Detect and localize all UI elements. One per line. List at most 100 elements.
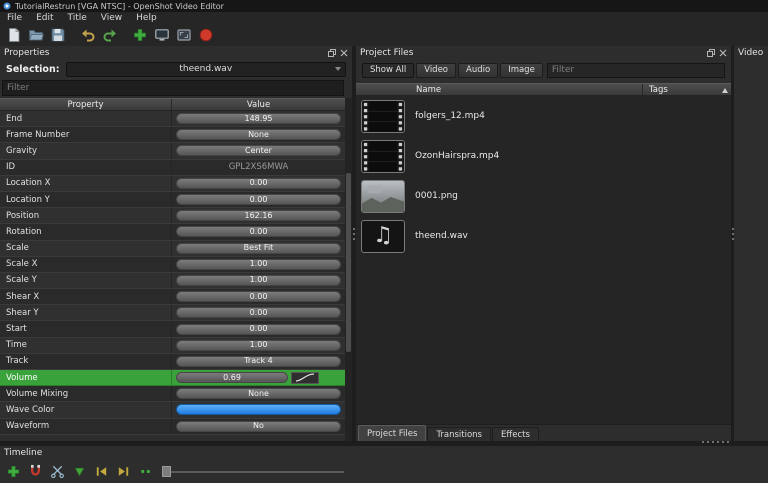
next-marker-icon[interactable] [115, 463, 132, 480]
float-dock-icon[interactable] [328, 49, 336, 57]
save-project-icon[interactable] [48, 26, 67, 45]
property-value: 162.16 [172, 208, 345, 223]
redo-icon[interactable] [100, 26, 119, 45]
property-row-scale-y: Scale Y 1.00 [0, 273, 345, 289]
razor-icon[interactable] [49, 463, 66, 480]
value-slider[interactable]: Best Fit [176, 243, 341, 254]
property-row-gravity: Gravity Center [0, 143, 345, 159]
marker-dots-icon[interactable] [137, 463, 154, 480]
property-name: Volume Mixing [0, 386, 172, 401]
value-slider[interactable]: 0.69 [176, 372, 288, 383]
add-track-icon[interactable] [5, 463, 22, 480]
image-thumbnail-icon [361, 180, 405, 213]
scrollbar-thumb[interactable] [346, 173, 351, 351]
property-name: Waveform [0, 419, 172, 434]
close-dock-icon[interactable] [719, 49, 727, 57]
value-slider[interactable]: 0.00 [176, 291, 341, 302]
video-preview-title: Video Pre [738, 48, 764, 58]
files-filter-input[interactable] [547, 63, 725, 78]
new-project-icon[interactable] [4, 26, 23, 45]
property-name: Location Y [0, 192, 172, 207]
vertical-splitter-handle[interactable] [732, 228, 734, 230]
property-value: 0.00 [172, 192, 345, 207]
filter-video[interactable]: Video [416, 63, 456, 78]
property-name: Volume [0, 370, 172, 385]
value-slider[interactable]: 0.00 [176, 324, 341, 335]
property-value: 0.00 [172, 176, 345, 191]
sort-indicator-icon[interactable] [722, 88, 728, 93]
property-row-track: Track Track 4 [0, 354, 345, 370]
filter-image[interactable]: Image [500, 63, 543, 78]
file-row[interactable]: folgers_12.mp4 [356, 96, 731, 136]
close-dock-icon[interactable] [340, 49, 348, 57]
float-dock-icon[interactable] [707, 49, 715, 57]
property-name: Gravity [0, 143, 172, 158]
value-slider[interactable]: Center [176, 145, 341, 156]
property-name: ID [0, 160, 172, 175]
value-slider[interactable]: 1.00 [176, 340, 341, 351]
value-slider[interactable]: 0.00 [176, 307, 341, 318]
zoom-slider-track[interactable] [162, 471, 344, 473]
filter-audio[interactable]: Audio [458, 63, 498, 78]
tab-effects[interactable]: Effects [492, 427, 539, 441]
horizontal-splitter-handle[interactable] [702, 441, 704, 443]
file-row[interactable]: OzonHairspra.mp4 [356, 136, 731, 176]
choose-profile-icon[interactable] [152, 26, 171, 45]
value-slider[interactable]: No [176, 421, 341, 432]
file-row[interactable]: ♫theend.wav [356, 216, 731, 256]
undo-icon[interactable] [78, 26, 97, 45]
menu-view[interactable]: View [94, 12, 129, 24]
value-slider[interactable]: 0.00 [176, 194, 341, 205]
column-property[interactable]: Property [0, 99, 172, 110]
menu-file[interactable]: File [0, 12, 29, 24]
project-files-panel: Project Files Show AllVideoAudioImage Na… [356, 46, 731, 441]
property-name: Start [0, 321, 172, 336]
timeline-panel: Timeline [0, 446, 768, 483]
wave-color-swatch[interactable] [176, 404, 341, 415]
value-slider[interactable]: 0.00 [176, 226, 341, 237]
filter-show-all[interactable]: Show All [362, 63, 414, 78]
properties-scrollbar[interactable] [345, 98, 352, 441]
column-tags[interactable]: Tags [643, 84, 731, 95]
value-slider[interactable]: Track 4 [176, 356, 341, 367]
file-row[interactable]: 0001.png [356, 176, 731, 216]
fullscreen-icon[interactable] [174, 26, 193, 45]
export-video-icon[interactable] [196, 26, 215, 45]
add-marker-icon[interactable] [71, 463, 88, 480]
vertical-splitter-handle[interactable] [353, 228, 355, 230]
menu-edit[interactable]: Edit [29, 12, 60, 24]
value-slider[interactable]: 1.00 [176, 259, 341, 270]
property-name: Scale [0, 241, 172, 256]
previous-marker-icon[interactable] [93, 463, 110, 480]
property-name: Track [0, 354, 172, 369]
property-name: Scale Y [0, 273, 172, 288]
value-slider[interactable]: 148.95 [176, 113, 341, 124]
snapping-icon[interactable] [27, 463, 44, 480]
value-slider[interactable]: 1.00 [176, 275, 341, 286]
value-slider[interactable]: None [176, 388, 341, 399]
property-value: 1.00 [172, 273, 345, 288]
property-name: Shear X [0, 289, 172, 304]
menu-title[interactable]: Title [61, 12, 94, 24]
selection-row: Selection: theend.wav [0, 59, 352, 79]
property-row-location-y: Location Y 0.00 [0, 192, 345, 208]
zoom-slider[interactable] [162, 465, 344, 479]
import-files-icon[interactable] [130, 26, 149, 45]
tab-transitions[interactable]: Transitions [427, 427, 491, 441]
properties-filter-input[interactable] [2, 80, 344, 96]
column-value[interactable]: Value [172, 99, 345, 110]
selection-dropdown[interactable]: theend.wav [66, 62, 346, 77]
menu-help[interactable]: Help [129, 12, 164, 24]
properties-title: Properties [4, 48, 328, 58]
open-project-icon[interactable] [26, 26, 45, 45]
zoom-slider-handle[interactable] [162, 466, 171, 477]
chevron-down-icon [335, 67, 341, 71]
openshot-window: TutorialRestrun [VGA NTSC] - OpenShot Vi… [0, 0, 768, 483]
tab-project-files[interactable]: Project Files [358, 425, 426, 441]
value-slider[interactable]: 162.16 [176, 210, 341, 221]
value-slider[interactable]: None [176, 129, 341, 140]
column-name[interactable]: Name [356, 84, 643, 95]
properties-header: Properties [0, 46, 352, 59]
value-slider[interactable]: 0.00 [176, 178, 341, 189]
keyframe-button[interactable] [291, 372, 319, 384]
